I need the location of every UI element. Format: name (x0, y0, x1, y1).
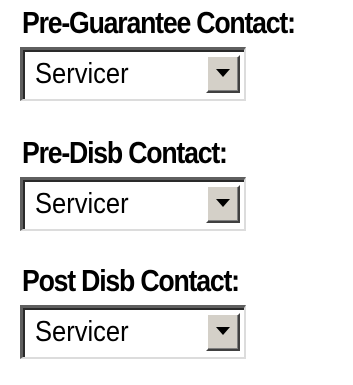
pre-disb-contact-dropdown-button[interactable] (206, 185, 240, 223)
chevron-down-icon (216, 199, 230, 207)
post-disb-contact-field: Post Disb Contact: Servicer (20, 258, 274, 359)
pre-disb-contact-value: Servicer (35, 188, 129, 220)
chevron-down-icon (216, 69, 230, 77)
pre-guarantee-contact-select[interactable]: Servicer (20, 47, 246, 101)
post-disb-contact-label: Post Disb Contact: (22, 263, 240, 298)
post-disb-contact-value: Servicer (35, 316, 129, 348)
pre-guarantee-contact-dropdown-button[interactable] (206, 55, 240, 93)
pre-guarantee-contact-field: Pre-Guarantee Contact: Servicer (20, 0, 339, 101)
pre-disb-contact-field: Pre-Disb Contact: Servicer (20, 130, 260, 231)
pre-guarantee-contact-label: Pre-Guarantee Contact: (22, 5, 296, 40)
pre-guarantee-contact-value: Servicer (35, 58, 129, 90)
chevron-down-icon (216, 327, 230, 335)
post-disb-contact-dropdown-button[interactable] (206, 313, 240, 351)
pre-disb-contact-label: Pre-Disb Contact: (22, 135, 228, 170)
pre-disb-contact-select[interactable]: Servicer (20, 177, 246, 231)
post-disb-contact-select[interactable]: Servicer (20, 305, 246, 359)
